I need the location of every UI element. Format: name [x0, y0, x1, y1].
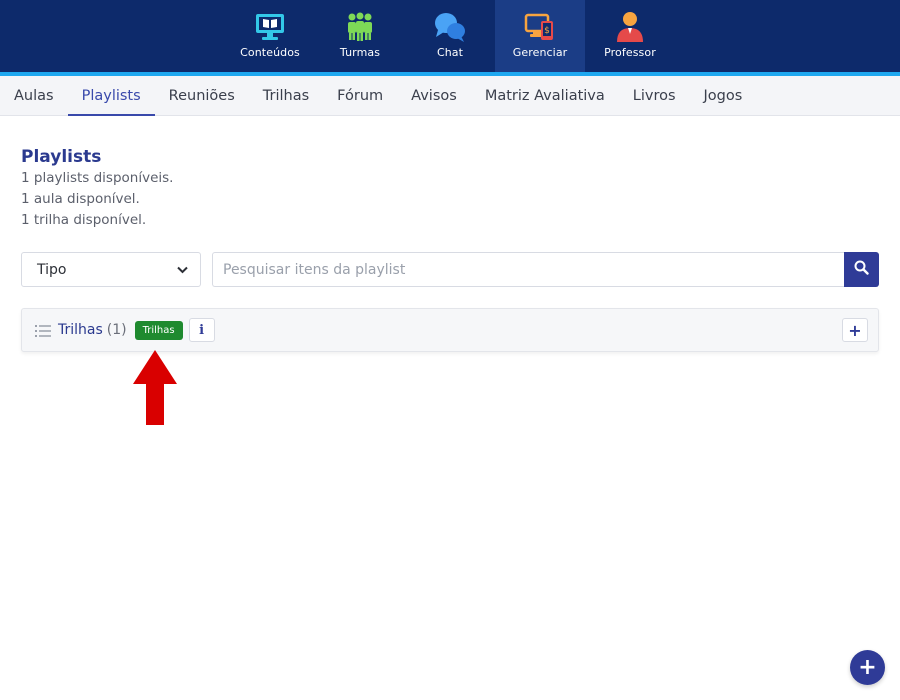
page-title: Playlists — [21, 147, 102, 167]
chevron-down-icon — [177, 262, 188, 278]
top-nav: Conteúdos Turmas Chat $ Gerenciar Profes… — [225, 0, 675, 72]
topnav-label: Chat — [436, 46, 464, 59]
lessons-count-text: 1 aula disponível. — [21, 191, 140, 207]
topnav-conteudos[interactable]: Conteúdos — [225, 0, 315, 72]
trails-count-text: 1 trilha disponível. — [21, 212, 147, 228]
playlist-count: (1) — [106, 322, 127, 338]
tab-livros[interactable]: Livros — [619, 76, 690, 116]
floating-add-button[interactable]: + — [850, 650, 885, 685]
annotation-arrow-icon — [133, 350, 177, 426]
topnav-chat[interactable]: Chat — [405, 0, 495, 72]
search-bar — [212, 252, 879, 287]
type-badge: Trilhas — [134, 320, 183, 340]
info-button[interactable]: i — [188, 318, 215, 342]
type-select[interactable]: Tipo — [21, 252, 201, 287]
type-select-value: Tipo — [37, 261, 67, 278]
search-input[interactable] — [212, 252, 844, 287]
tab-jogos[interactable]: Jogos — [690, 76, 757, 116]
playlists-count-text: 1 playlists disponíveis. — [21, 170, 174, 186]
tab-trilhas[interactable]: Trilhas — [249, 76, 323, 116]
tab-matriz-avaliativa[interactable]: Matriz Avaliativa — [471, 76, 619, 116]
topnav-label: Gerenciar — [512, 46, 568, 59]
topnav-gerenciar[interactable]: $ Gerenciar — [495, 0, 585, 72]
playlist-title[interactable]: Trilhas — [58, 322, 103, 338]
tab-forum[interactable]: Fórum — [323, 76, 397, 116]
topnav-label: Turmas — [339, 46, 381, 59]
tab-playlists[interactable]: Playlists — [67, 76, 155, 116]
svg-text:$: $ — [544, 26, 550, 36]
top-navigation-bar: Conteúdos Turmas Chat $ Gerenciar Profes… — [0, 0, 900, 72]
teacher-icon — [612, 11, 648, 43]
topnav-label: Conteúdos — [240, 46, 300, 59]
manage-devices-icon: $ — [522, 11, 558, 43]
sub-tabs: Aulas Playlists Reuniões Trilhas Fórum A… — [0, 76, 900, 116]
group-people-icon — [342, 11, 378, 43]
playlist-panel: Trilhas (1) Trilhas i + — [21, 308, 879, 352]
add-item-button[interactable]: + — [842, 318, 868, 342]
list-icon — [35, 323, 51, 337]
search-icon — [854, 260, 869, 279]
topnav-professor[interactable]: Professor — [585, 0, 675, 72]
tab-avisos[interactable]: Avisos — [397, 76, 471, 116]
topnav-turmas[interactable]: Turmas — [315, 0, 405, 72]
tab-aulas[interactable]: Aulas — [0, 76, 68, 116]
topnav-label: Professor — [604, 46, 656, 59]
tab-reunioes[interactable]: Reuniões — [155, 76, 249, 116]
chat-bubbles-icon — [432, 11, 468, 43]
search-button[interactable] — [844, 252, 879, 287]
monitor-book-icon — [252, 11, 288, 43]
